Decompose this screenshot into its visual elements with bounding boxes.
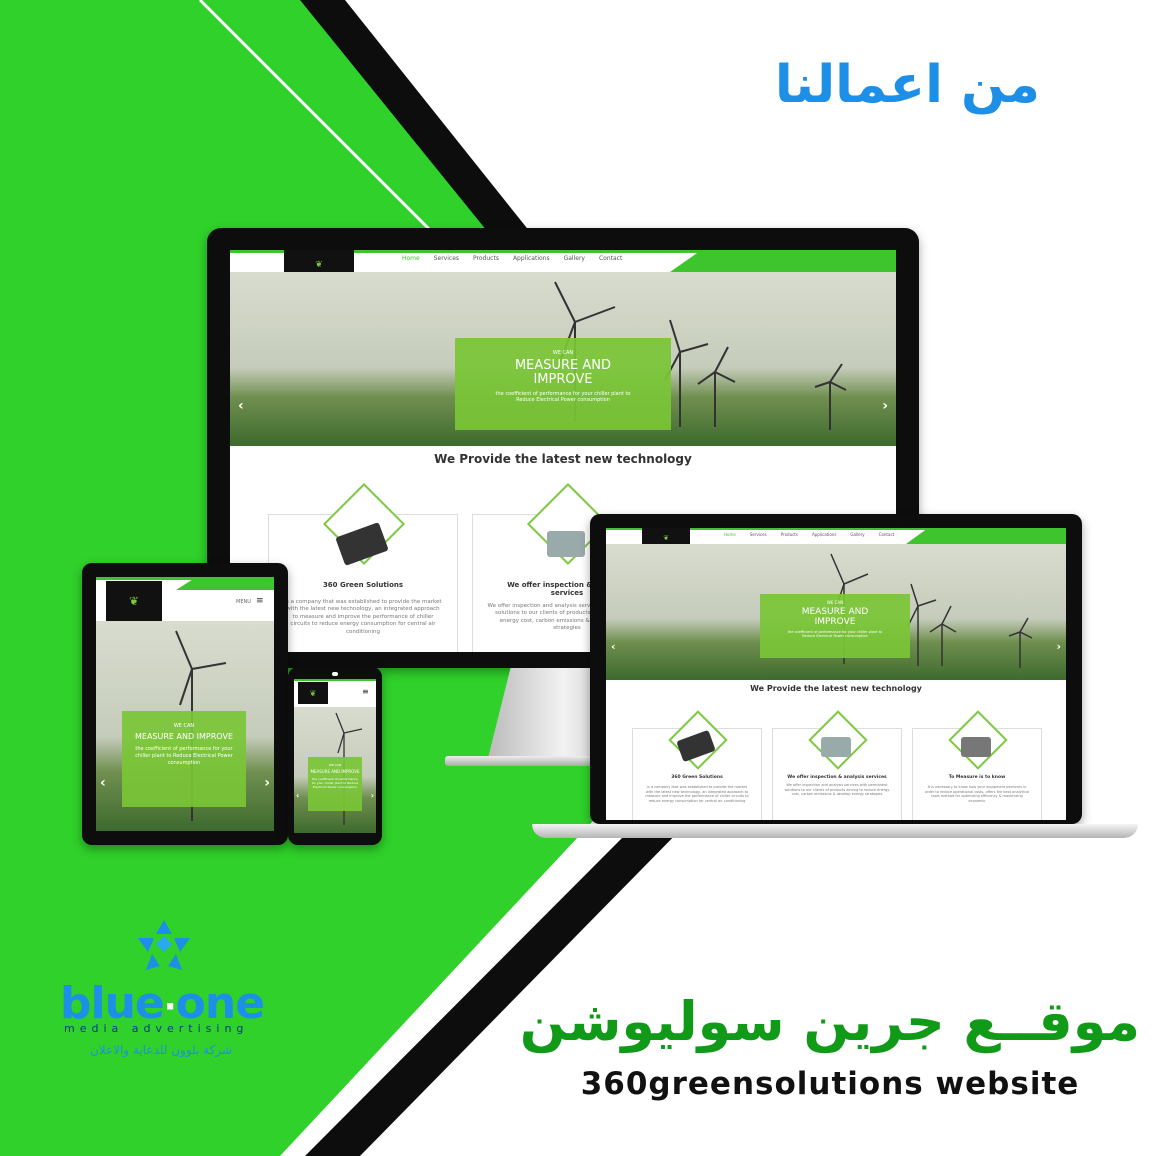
nav-home[interactable]: Home bbox=[402, 255, 420, 262]
hero-text: the coefficient of performance for your … bbox=[495, 391, 631, 403]
hero-slider: WE CAN MEASURE AND IMPROVE the coefficie… bbox=[230, 272, 896, 446]
service-card-1[interactable]: 360 Green Solutions is a company that wa… bbox=[268, 482, 458, 652]
hero-overlay: WE CAN MEASURE AND IMPROVE the coefficie… bbox=[308, 757, 362, 811]
card-title: We offer inspection & analysis services bbox=[787, 775, 887, 780]
nav-links: Home Services Products Applications Gall… bbox=[724, 532, 908, 537]
logo-leaf-icon: ❦ bbox=[309, 688, 317, 698]
logo-leaf-icon: ❦ bbox=[663, 534, 669, 542]
nav-applications[interactable]: Applications bbox=[513, 255, 550, 262]
nav-gallery[interactable]: Gallery bbox=[564, 255, 585, 262]
laptop-bezel: ❦ Home Services Products Applications Ga… bbox=[590, 514, 1082, 824]
project-title-english: 360greensolutions website bbox=[580, 1066, 1080, 1102]
brand-tagline-arabic: شركة بلوون للدعاية والاعلان bbox=[89, 1043, 232, 1057]
slider-prev-arrow[interactable]: ‹ bbox=[100, 775, 106, 791]
nav-accent bbox=[294, 679, 376, 681]
headline-arabic: من اعمالنا bbox=[774, 55, 1040, 115]
logo-leaf-icon: ❦ bbox=[128, 594, 140, 608]
hero-overlay: WE CAN MEASURE AND IMPROVE the coefficie… bbox=[455, 338, 671, 430]
hamburger-icon[interactable]: ≡ bbox=[256, 596, 264, 606]
nav-products[interactable]: Products bbox=[473, 255, 499, 262]
card-text: is a company that was established to pro… bbox=[284, 599, 442, 635]
card-title: 360 Green Solutions bbox=[671, 775, 723, 780]
hero-kicker: WE CAN bbox=[173, 723, 195, 729]
site-nav: ❦ Home Services Products Applications Ga… bbox=[606, 528, 1066, 548]
slider-prev-arrow[interactable]: ‹ bbox=[296, 791, 299, 800]
hero-title: MEASURE AND IMPROVE bbox=[801, 607, 869, 627]
menu-label[interactable]: MENU bbox=[236, 599, 251, 605]
site-nav: ❦ Home Services Products Applications Ga… bbox=[230, 250, 896, 280]
card-title: 360 Green Solutions bbox=[322, 581, 404, 589]
site-nav: ❦ ≡ bbox=[294, 679, 376, 707]
slider-next-arrow[interactable]: › bbox=[882, 398, 888, 414]
hero-text: the coefficient of performance for your … bbox=[311, 777, 359, 789]
nav-accent-slant bbox=[670, 253, 896, 272]
hero-title: MEASURE AND IMPROVE bbox=[514, 358, 612, 387]
hero-slider: WE CAN MEASURE AND IMPROVE the coefficie… bbox=[96, 621, 274, 831]
analyzer-device-icon bbox=[821, 737, 851, 757]
card-text: It is necessary to know how your equipme… bbox=[924, 785, 1030, 804]
hero-kicker: WE CAN bbox=[328, 763, 342, 767]
hamburger-icon[interactable]: ≡ bbox=[362, 687, 369, 696]
nav-services[interactable]: Services bbox=[750, 532, 767, 537]
laptop-base bbox=[532, 824, 1138, 838]
laptop-screen: ❦ Home Services Products Applications Ga… bbox=[606, 528, 1066, 820]
slider-next-arrow[interactable]: › bbox=[264, 775, 270, 791]
site-nav: ❦ MENU ≡ bbox=[96, 577, 274, 621]
card-text: is a company that was established to pro… bbox=[645, 785, 749, 804]
hero-slider: WE CAN MEASURE AND IMPROVE the coefficie… bbox=[606, 544, 1066, 680]
card-text: We offer inspection and analysis service… bbox=[784, 783, 890, 797]
slider-prev-arrow[interactable]: ‹ bbox=[611, 640, 616, 653]
tablet-bezel: ❦ MENU ≡ WE CAN MEASURE AND IMPROVE the … bbox=[82, 563, 288, 845]
service-card-1[interactable]: 360 Green Solutions is a company that wa… bbox=[632, 710, 762, 820]
slider-next-arrow[interactable]: › bbox=[371, 791, 374, 800]
brand-separator: · bbox=[163, 987, 177, 1027]
nav-services[interactable]: Services bbox=[434, 255, 459, 262]
sensor-device-icon bbox=[961, 737, 991, 757]
slider-next-arrow[interactable]: › bbox=[1056, 640, 1061, 653]
project-title-arabic: موقــع جرين سوليوشن bbox=[519, 990, 1140, 1053]
section-title: We Provide the latest new technology bbox=[434, 452, 692, 466]
nav-products[interactable]: Products bbox=[781, 532, 798, 537]
logo-leaf-icon: ❦ bbox=[315, 260, 323, 270]
nav-links: Home Services Products Applications Gall… bbox=[402, 255, 636, 262]
service-card-2[interactable]: We offer inspection & analysis services … bbox=[772, 710, 902, 820]
nav-accent-slant bbox=[906, 530, 1066, 544]
nav-accent-slant bbox=[176, 580, 274, 590]
nav-accent bbox=[96, 577, 274, 580]
slider-prev-arrow[interactable]: ‹ bbox=[238, 398, 244, 414]
hero-text: the coefficient of performance for your … bbox=[787, 630, 883, 638]
hero-title: MEASURE AND IMPROVE bbox=[134, 732, 233, 741]
tablet-screen: ❦ MENU ≡ WE CAN MEASURE AND IMPROVE the … bbox=[96, 577, 274, 831]
site-logo[interactable]: ❦ bbox=[106, 581, 162, 621]
hero-overlay: WE CAN MEASURE AND IMPROVE the coefficie… bbox=[760, 594, 910, 658]
hero-title: MEASURE AND IMPROVE bbox=[310, 769, 360, 774]
nav-applications[interactable]: Applications bbox=[812, 532, 836, 537]
brand-tagline: media advertising bbox=[64, 1022, 249, 1035]
hero-slider: WE CAN MEASURE AND IMPROVE the coefficie… bbox=[294, 707, 376, 833]
blueone-logo-icon bbox=[138, 920, 190, 970]
nav-contact[interactable]: Contact bbox=[879, 532, 895, 537]
nav-contact[interactable]: Contact bbox=[599, 255, 622, 262]
hero-kicker: WE CAN bbox=[826, 600, 844, 605]
card-title: To Measure is to know bbox=[948, 775, 1006, 780]
hero-kicker: WE CAN bbox=[552, 350, 574, 356]
hero-overlay: WE CAN MEASURE AND IMPROVE the coefficie… bbox=[122, 711, 246, 807]
section-title: We Provide the latest new technology bbox=[750, 684, 922, 693]
promo-canvas: من اعمالنا ❦ Home Services Products Appl… bbox=[0, 0, 1158, 1156]
hero-text: the coefficient of performance for your … bbox=[135, 746, 233, 766]
phone-camera bbox=[332, 672, 338, 676]
nav-home[interactable]: Home bbox=[724, 532, 736, 537]
phone-screen: ❦ ≡ WE CAN MEASURE AND IMPROVE the coeff… bbox=[294, 679, 376, 833]
nav-gallery[interactable]: Gallery bbox=[850, 532, 864, 537]
phone-bezel: ❦ ≡ WE CAN MEASURE AND IMPROVE the coeff… bbox=[288, 667, 382, 845]
site-logo[interactable]: ❦ bbox=[298, 682, 328, 704]
service-card-3[interactable]: To Measure is to know It is necessary to… bbox=[912, 710, 1042, 820]
analyzer-device-icon bbox=[547, 531, 585, 557]
